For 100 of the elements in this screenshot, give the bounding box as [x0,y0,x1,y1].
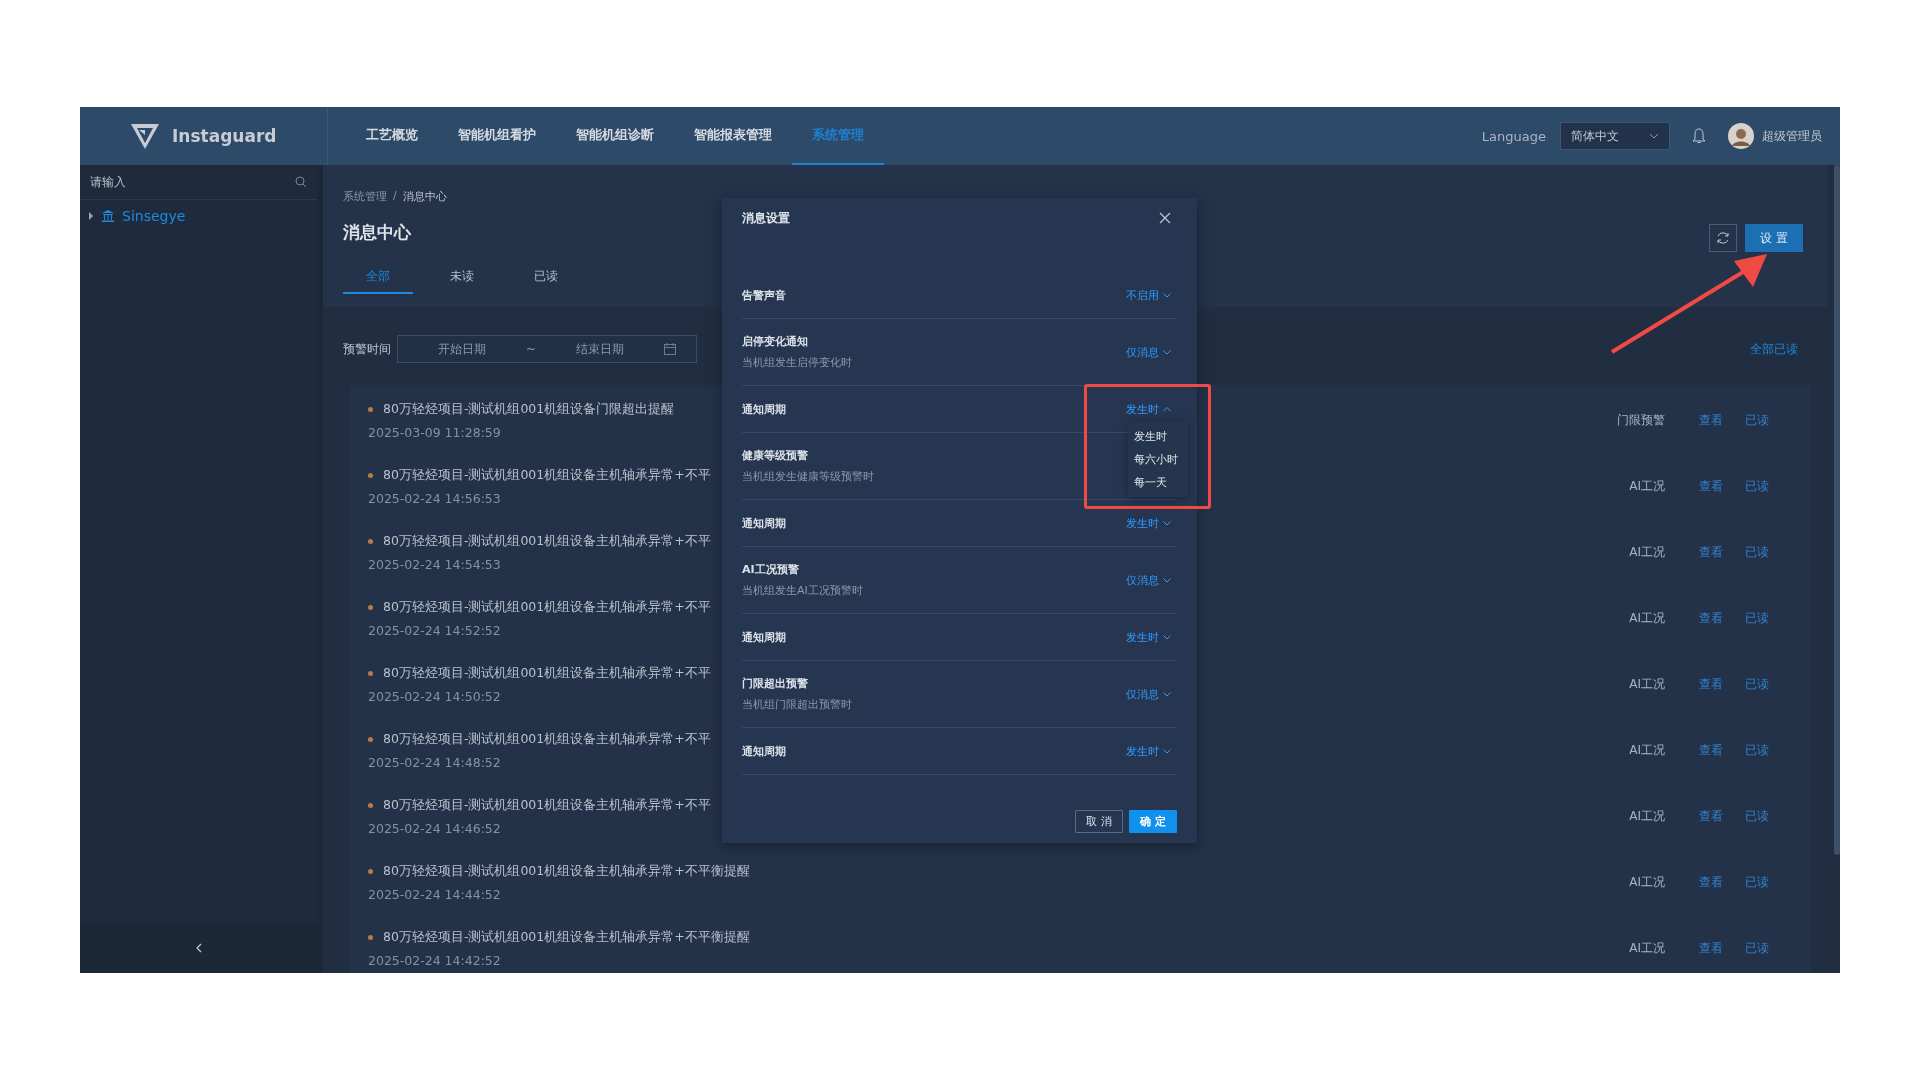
view-link[interactable]: 查看 [1699,609,1725,627]
status-dot [368,406,373,412]
message-time: 2025-02-24 14:56:53 [368,490,501,506]
chevron-down-icon [1649,133,1659,139]
mark-read-link[interactable]: 已读 [1745,411,1771,429]
setting-label: 告警声音 [742,287,786,303]
breadcrumb-separator: / [393,189,397,204]
view-link[interactable]: 查看 [1699,411,1725,429]
setting-select[interactable]: 仅消息 [1126,686,1171,702]
calendar-icon [664,343,677,355]
search-icon [295,176,307,188]
message-title: 80万轻烃项目-测试机组001机组设备主机轴承异常+不平 [383,664,711,682]
settings-button[interactable]: 设置 [1745,224,1803,252]
setting-select[interactable]: 发生时 [1126,743,1171,759]
status-dot [368,934,373,940]
user-name[interactable]: 超级管理员 [1762,127,1822,145]
message-type: 门限预警 [1616,411,1665,429]
nav-tab[interactable]: 工艺概览 [346,107,438,165]
mark-read-link[interactable]: 已读 [1745,807,1771,825]
search-field[interactable]: 请输入 [88,174,295,190]
language-label: Language [1481,128,1546,144]
view-link[interactable]: 查看 [1699,543,1725,561]
refresh-button[interactable] [1709,224,1737,252]
message-type: AI工况 [1628,543,1665,561]
setting-label: 门限超出预警 [742,676,809,691]
tab[interactable]: 已读 [511,268,581,294]
setting-select[interactable]: 仅消息 [1126,344,1171,360]
dropdown-option[interactable]: 每六小时 [1128,447,1188,471]
caret-icon[interactable] [88,212,94,220]
view-link[interactable]: 查看 [1699,675,1725,693]
mark-read-link[interactable]: 已读 [1745,675,1771,693]
setting-label: 通知周期 [742,743,786,759]
mark-read-link[interactable]: 已读 [1745,477,1771,495]
status-dot [368,736,373,742]
message-type: AI工况 [1628,477,1665,495]
message-type: AI工况 [1628,807,1665,825]
message-type: AI工况 [1628,609,1665,627]
mark-read-link[interactable]: 已读 [1745,543,1771,561]
message-title: 80万轻烃项目-测试机组001机组设备主机轴承异常+不平 [383,532,711,550]
breadcrumb-current: 消息中心 [402,189,447,204]
nav-tab[interactable]: 智能机组诊断 [556,107,674,165]
message-title: 80万轻烃项目-测试机组001机组设备主机轴承异常+不平 [383,730,711,748]
nav-tab[interactable]: 智能机组看护 [438,107,556,165]
refresh-icon [1716,231,1730,245]
setting-select[interactable]: 发生时 [1126,629,1171,645]
message-time: 2025-03-09 11:28:59 [368,424,501,440]
dialog-title: 消息设置 [742,209,790,227]
scrollbar[interactable] [1834,165,1840,855]
message-title: 80万轻烃项目-测试机组001机组设备主机轴承异常+不平衡提醒 [383,862,750,880]
view-link[interactable]: 查看 [1699,939,1725,957]
mark-read-link[interactable]: 已读 [1745,741,1771,759]
logo-icon [130,122,160,150]
message-time: 2025-02-24 14:48:52 [368,754,501,770]
mark-read-link[interactable]: 已读 [1745,609,1771,627]
mark-all-read-link[interactable]: 全部已读 [1750,340,1798,358]
status-dot [368,604,373,610]
setting-description: 当机组发生启停变化时 [742,355,852,370]
breadcrumb-link[interactable]: 系统管理 [343,189,387,204]
view-link[interactable]: 查看 [1699,741,1725,759]
view-link[interactable]: 查看 [1699,807,1725,825]
view-link[interactable]: 查看 [1699,477,1725,495]
tab[interactable]: 未读 [427,268,497,294]
setting-select[interactable]: 不启用 [1126,287,1171,303]
date-range-field[interactable]: 开始日期 ~ 结束日期 [397,335,697,363]
message-time: 2025-02-24 14:50:52 [368,688,501,704]
language-select[interactable]: 简体中文 [1560,122,1670,150]
mark-read-link[interactable]: 已读 [1745,939,1771,957]
avatar-icon[interactable] [1728,123,1754,149]
status-dot [368,472,373,478]
status-dot [368,868,373,874]
status-dot [368,538,373,544]
bell-icon[interactable] [1692,128,1706,144]
setting-select[interactable]: 发生时 [1126,515,1171,531]
message-type: AI工况 [1628,939,1665,957]
tree-item[interactable]: Sinsegye [122,208,186,224]
tab[interactable]: 全部 [343,268,413,294]
setting-description: 当机组门限超出预警时 [742,697,852,712]
setting-select[interactable]: 仅消息 [1126,572,1171,588]
close-icon[interactable] [1159,212,1171,224]
chevron-left-icon [194,943,203,953]
app-name: Instaguard [172,126,277,146]
nav-tab[interactable]: 智能报表管理 [674,107,792,165]
message-time: 2025-02-24 14:46:52 [368,820,501,836]
view-link[interactable]: 查看 [1699,873,1725,891]
message-time: 2025-02-24 14:42:52 [368,952,501,968]
status-dot [368,802,373,808]
cancel-button[interactable]: 取 消 [1075,810,1123,833]
setting-label: AI工况预警 [742,562,800,577]
message-title: 80万轻烃项目-测试机组001机组设备主机轴承异常+不平衡提醒 [383,928,750,946]
message-title: 80万轻烃项目-测试机组001机组设备门限超出提醒 [383,400,675,418]
mark-read-link[interactable]: 已读 [1745,873,1771,891]
message-time: 2025-02-24 14:44:52 [368,886,501,902]
message-time: 2025-02-24 14:54:53 [368,556,501,572]
setting-select[interactable]: 发生时 [1126,401,1171,417]
message-title: 80万轻烃项目-测试机组001机组设备主机轴承异常+不平 [383,466,711,484]
confirm-button[interactable]: 确 定 [1129,810,1177,833]
dropdown-option[interactable]: 发生时 [1128,424,1188,448]
message-type: AI工况 [1628,675,1665,693]
setting-label: 通知周期 [742,401,786,417]
dropdown-option[interactable]: 每一天 [1128,470,1188,494]
